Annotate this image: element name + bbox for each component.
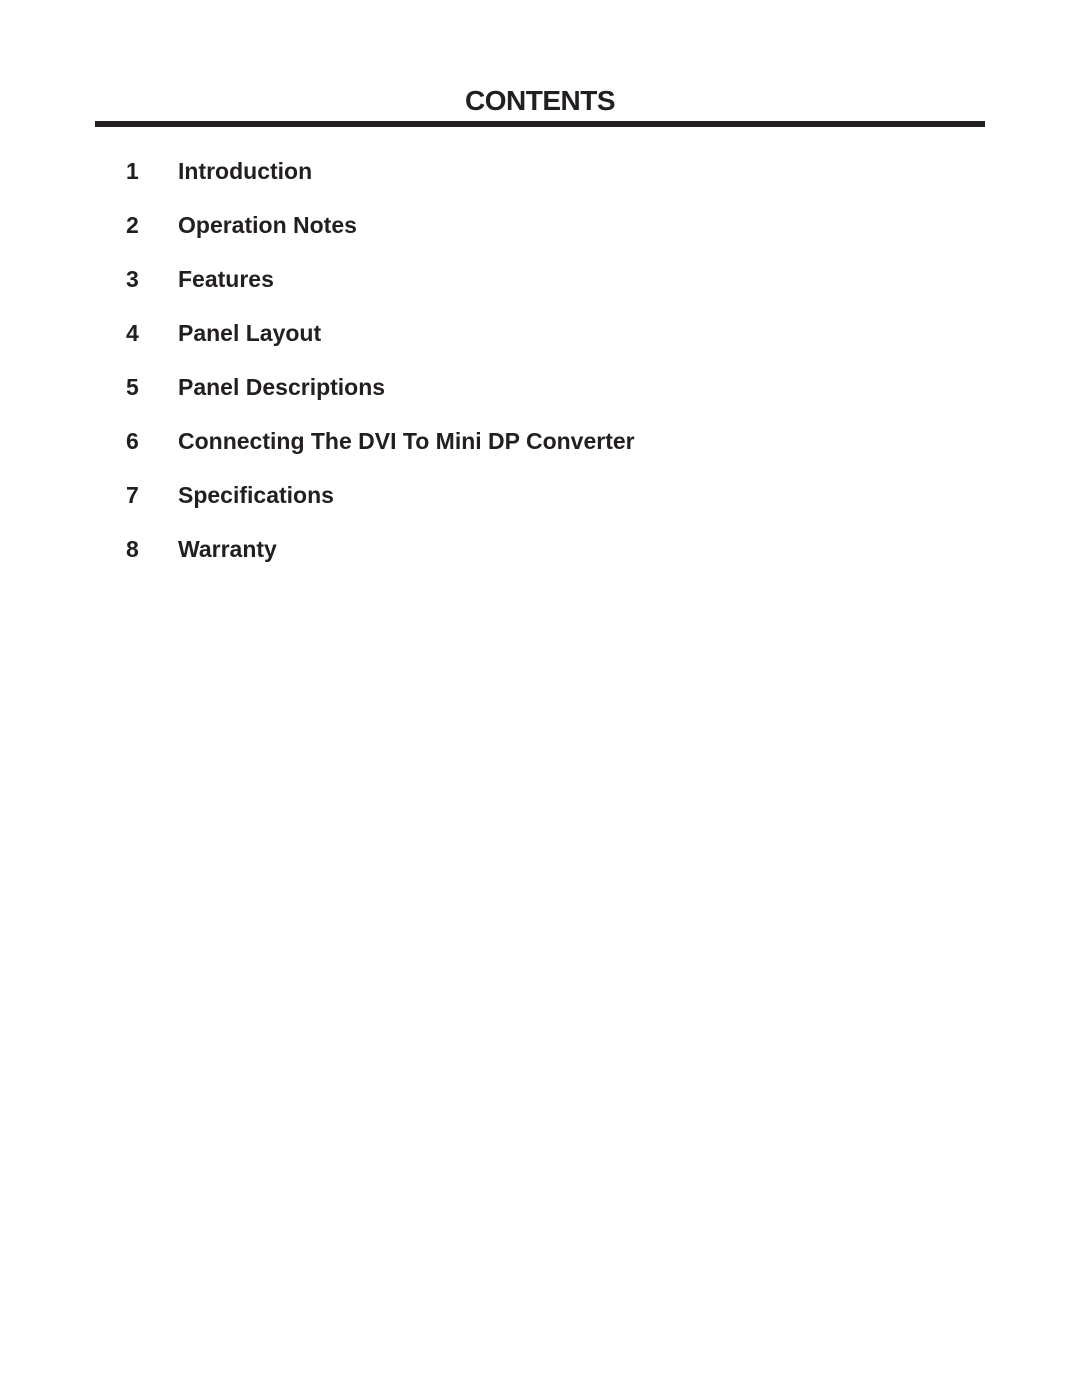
toc-number: 3 (126, 266, 139, 292)
toc-item-warranty[interactable]: 8 Warranty (126, 534, 635, 588)
title-divider (95, 121, 985, 127)
toc-item-specifications[interactable]: 7 Specifications (126, 480, 635, 534)
page-title: CONTENTS (465, 85, 616, 116)
toc-label: Features (178, 266, 274, 292)
toc-label: Warranty (178, 536, 277, 562)
toc-label: Introduction (178, 158, 313, 184)
toc-item-connecting[interactable]: 6 Connecting The DVI To Mini DP Converte… (126, 426, 635, 480)
toc-label: Connecting The DVI To Mini DP Converter (178, 428, 635, 454)
toc-number: 8 (126, 536, 139, 562)
toc-label: Panel Layout (178, 320, 322, 346)
toc-label: Panel Descriptions (178, 374, 386, 400)
toc-number: 4 (126, 320, 139, 346)
table-of-contents: 1 Introduction 2 Operation Notes 3 Featu… (126, 156, 635, 588)
toc-number: 5 (126, 374, 139, 400)
toc-number: 1 (126, 158, 139, 184)
toc-item-introduction[interactable]: 1 Introduction (126, 156, 635, 210)
toc-label: Operation Notes (178, 212, 357, 238)
toc-number: 6 (126, 428, 139, 454)
toc-number: 7 (126, 482, 139, 508)
toc-item-panel-layout[interactable]: 4 Panel Layout (126, 318, 635, 372)
toc-number: 2 (126, 212, 139, 238)
toc-item-panel-descriptions[interactable]: 5 Panel Descriptions (126, 372, 635, 426)
toc-item-operation-notes[interactable]: 2 Operation Notes (126, 210, 635, 264)
toc-item-features[interactable]: 3 Features (126, 264, 635, 318)
toc-label: Specifications (178, 482, 334, 508)
